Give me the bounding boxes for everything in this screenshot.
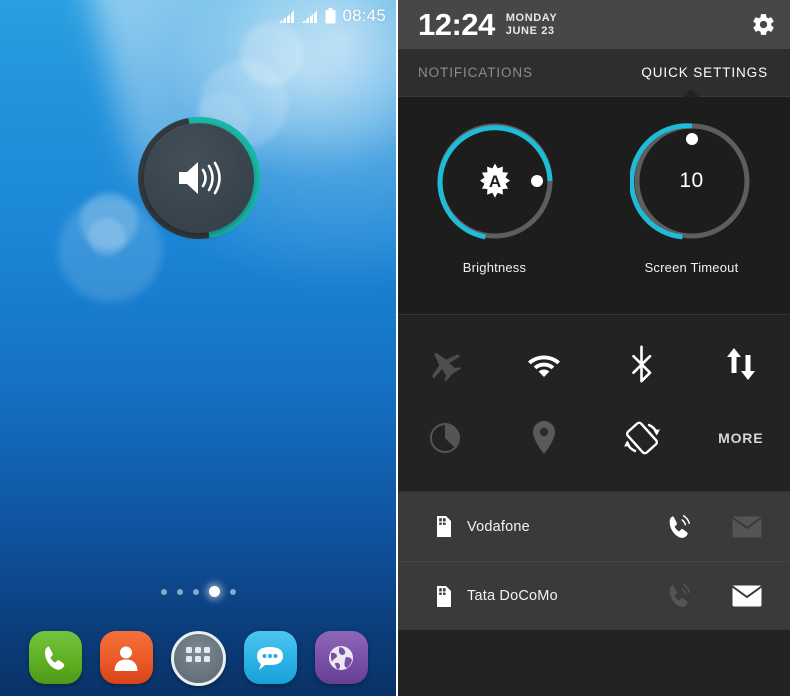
wifi-icon (527, 355, 560, 377)
screen-timeout-slider-cell: 10 Screen Timeout (593, 97, 790, 314)
speaker-volume-icon (179, 161, 221, 195)
bluetooth-icon (632, 345, 652, 383)
volume-widget-face[interactable] (144, 123, 254, 233)
toggle-data-usage[interactable] (396, 401, 495, 475)
battery-icon (325, 8, 336, 24)
phone-call-icon (669, 584, 691, 607)
dock (0, 631, 396, 686)
sim-card-icon (437, 585, 451, 607)
sim-card-icon (437, 516, 451, 537)
sim-actions (660, 512, 766, 542)
sim-sms-button[interactable] (728, 512, 766, 542)
dock-item-phone[interactable] (28, 631, 82, 684)
gear-icon (753, 14, 774, 35)
sim-actions (660, 581, 766, 611)
left-status-clock: 08:45 (342, 6, 386, 25)
right-phone-quick-settings: 12:24 MONDAY JUNE 23 NOTIFICATIONS QUICK… (396, 0, 790, 696)
globe-icon (329, 645, 353, 670)
screen-timeout-value: 10 (679, 169, 704, 192)
toggle-location[interactable] (495, 401, 594, 475)
screen-timeout-ring[interactable]: 10 (628, 119, 754, 243)
data-transfer-icon (726, 348, 755, 380)
page-dot[interactable] (160, 588, 167, 595)
tab-notifications[interactable]: NOTIFICATIONS (418, 65, 533, 80)
speech-bubble-icon (257, 646, 283, 670)
page-dot-active[interactable] (208, 586, 220, 597)
toggle-wifi[interactable] (495, 327, 594, 401)
wallpaper-bokeh (88, 218, 126, 256)
dock-item-browser[interactable] (314, 631, 368, 684)
brightness-slider-cell: A Brightness (396, 97, 593, 314)
tab-quick-settings[interactable]: QUICK SETTINGS (641, 65, 768, 80)
toggle-more[interactable]: MORE (692, 401, 790, 475)
brightness-center: A (433, 119, 557, 243)
quick-settings-tabbar: NOTIFICATIONS QUICK SETTINGS (396, 49, 790, 97)
toggle-row-2: MORE (396, 401, 790, 475)
dual-phone-screenshot: 08:45 12:24 MONDAY JUNE 23 NOTIFICATIONS… (0, 0, 790, 696)
brightness-ring[interactable]: A (433, 119, 557, 243)
page-indicator (0, 586, 396, 597)
header-clock: 12:24 (418, 7, 495, 42)
toggle-mobile-data[interactable] (692, 327, 790, 401)
toggle-more-label: MORE (718, 430, 764, 446)
envelope-icon (732, 516, 762, 537)
active-tab-caret-icon (682, 89, 700, 97)
left-phone-homescreen: 08:45 (0, 0, 396, 696)
phone-handset-icon (45, 645, 65, 670)
location-pin-icon (532, 421, 555, 454)
envelope-icon (732, 585, 762, 607)
page-dot[interactable] (192, 588, 199, 595)
left-status-bar: 08:45 (0, 0, 396, 32)
toggle-airplane-mode[interactable] (396, 327, 495, 401)
auto-rotate-icon (624, 421, 661, 455)
panel-divider (396, 0, 398, 696)
auto-brightness-icon: A (479, 163, 510, 198)
sim-name: Vodafone (467, 518, 530, 535)
sim-sms-button[interactable] (728, 581, 766, 611)
person-icon (114, 646, 138, 671)
sim-row-tata-docomo[interactable]: Tata DoCoMo (396, 561, 790, 630)
airplane-icon (432, 352, 462, 382)
header-date: JUNE 23 (505, 24, 555, 37)
toggles-section: MORE (396, 315, 790, 492)
sim-row-vodafone[interactable]: Vodafone (396, 492, 790, 561)
pie-circle-icon (430, 423, 461, 453)
brightness-label: Brightness (462, 260, 527, 275)
toggle-row-1 (396, 327, 790, 401)
wallpaper-bokeh (80, 192, 138, 250)
dock-item-contacts[interactable] (99, 631, 153, 684)
quick-settings-header: 12:24 MONDAY JUNE 23 (396, 0, 790, 49)
phone-call-icon (669, 514, 691, 538)
dock-item-app-drawer[interactable] (170, 631, 226, 686)
page-dot[interactable] (229, 588, 236, 595)
app-drawer-grid-icon (186, 646, 210, 662)
sim-call-button[interactable] (660, 512, 698, 542)
header-day: MONDAY (505, 11, 558, 24)
settings-button[interactable] (751, 12, 776, 37)
page-dot[interactable] (176, 588, 183, 595)
screen-timeout-label: Screen Timeout (644, 260, 739, 275)
header-date-block: MONDAY JUNE 23 (506, 12, 557, 38)
toggle-bluetooth[interactable] (593, 327, 692, 401)
sim-name: Tata DoCoMo (467, 588, 558, 604)
sim-call-button[interactable] (660, 581, 698, 611)
sliders-section: A Brightness 10 Screen Timeout (396, 97, 790, 315)
dock-item-messaging[interactable] (243, 631, 297, 684)
sim-section: Vodafone Tata DoCoMo (396, 492, 790, 630)
signal-bars-icon (279, 9, 295, 23)
toggle-auto-rotate[interactable] (593, 401, 692, 475)
svg-text:A: A (488, 172, 500, 191)
volume-widget[interactable] (137, 116, 261, 240)
signal-bars-icon (302, 9, 318, 23)
